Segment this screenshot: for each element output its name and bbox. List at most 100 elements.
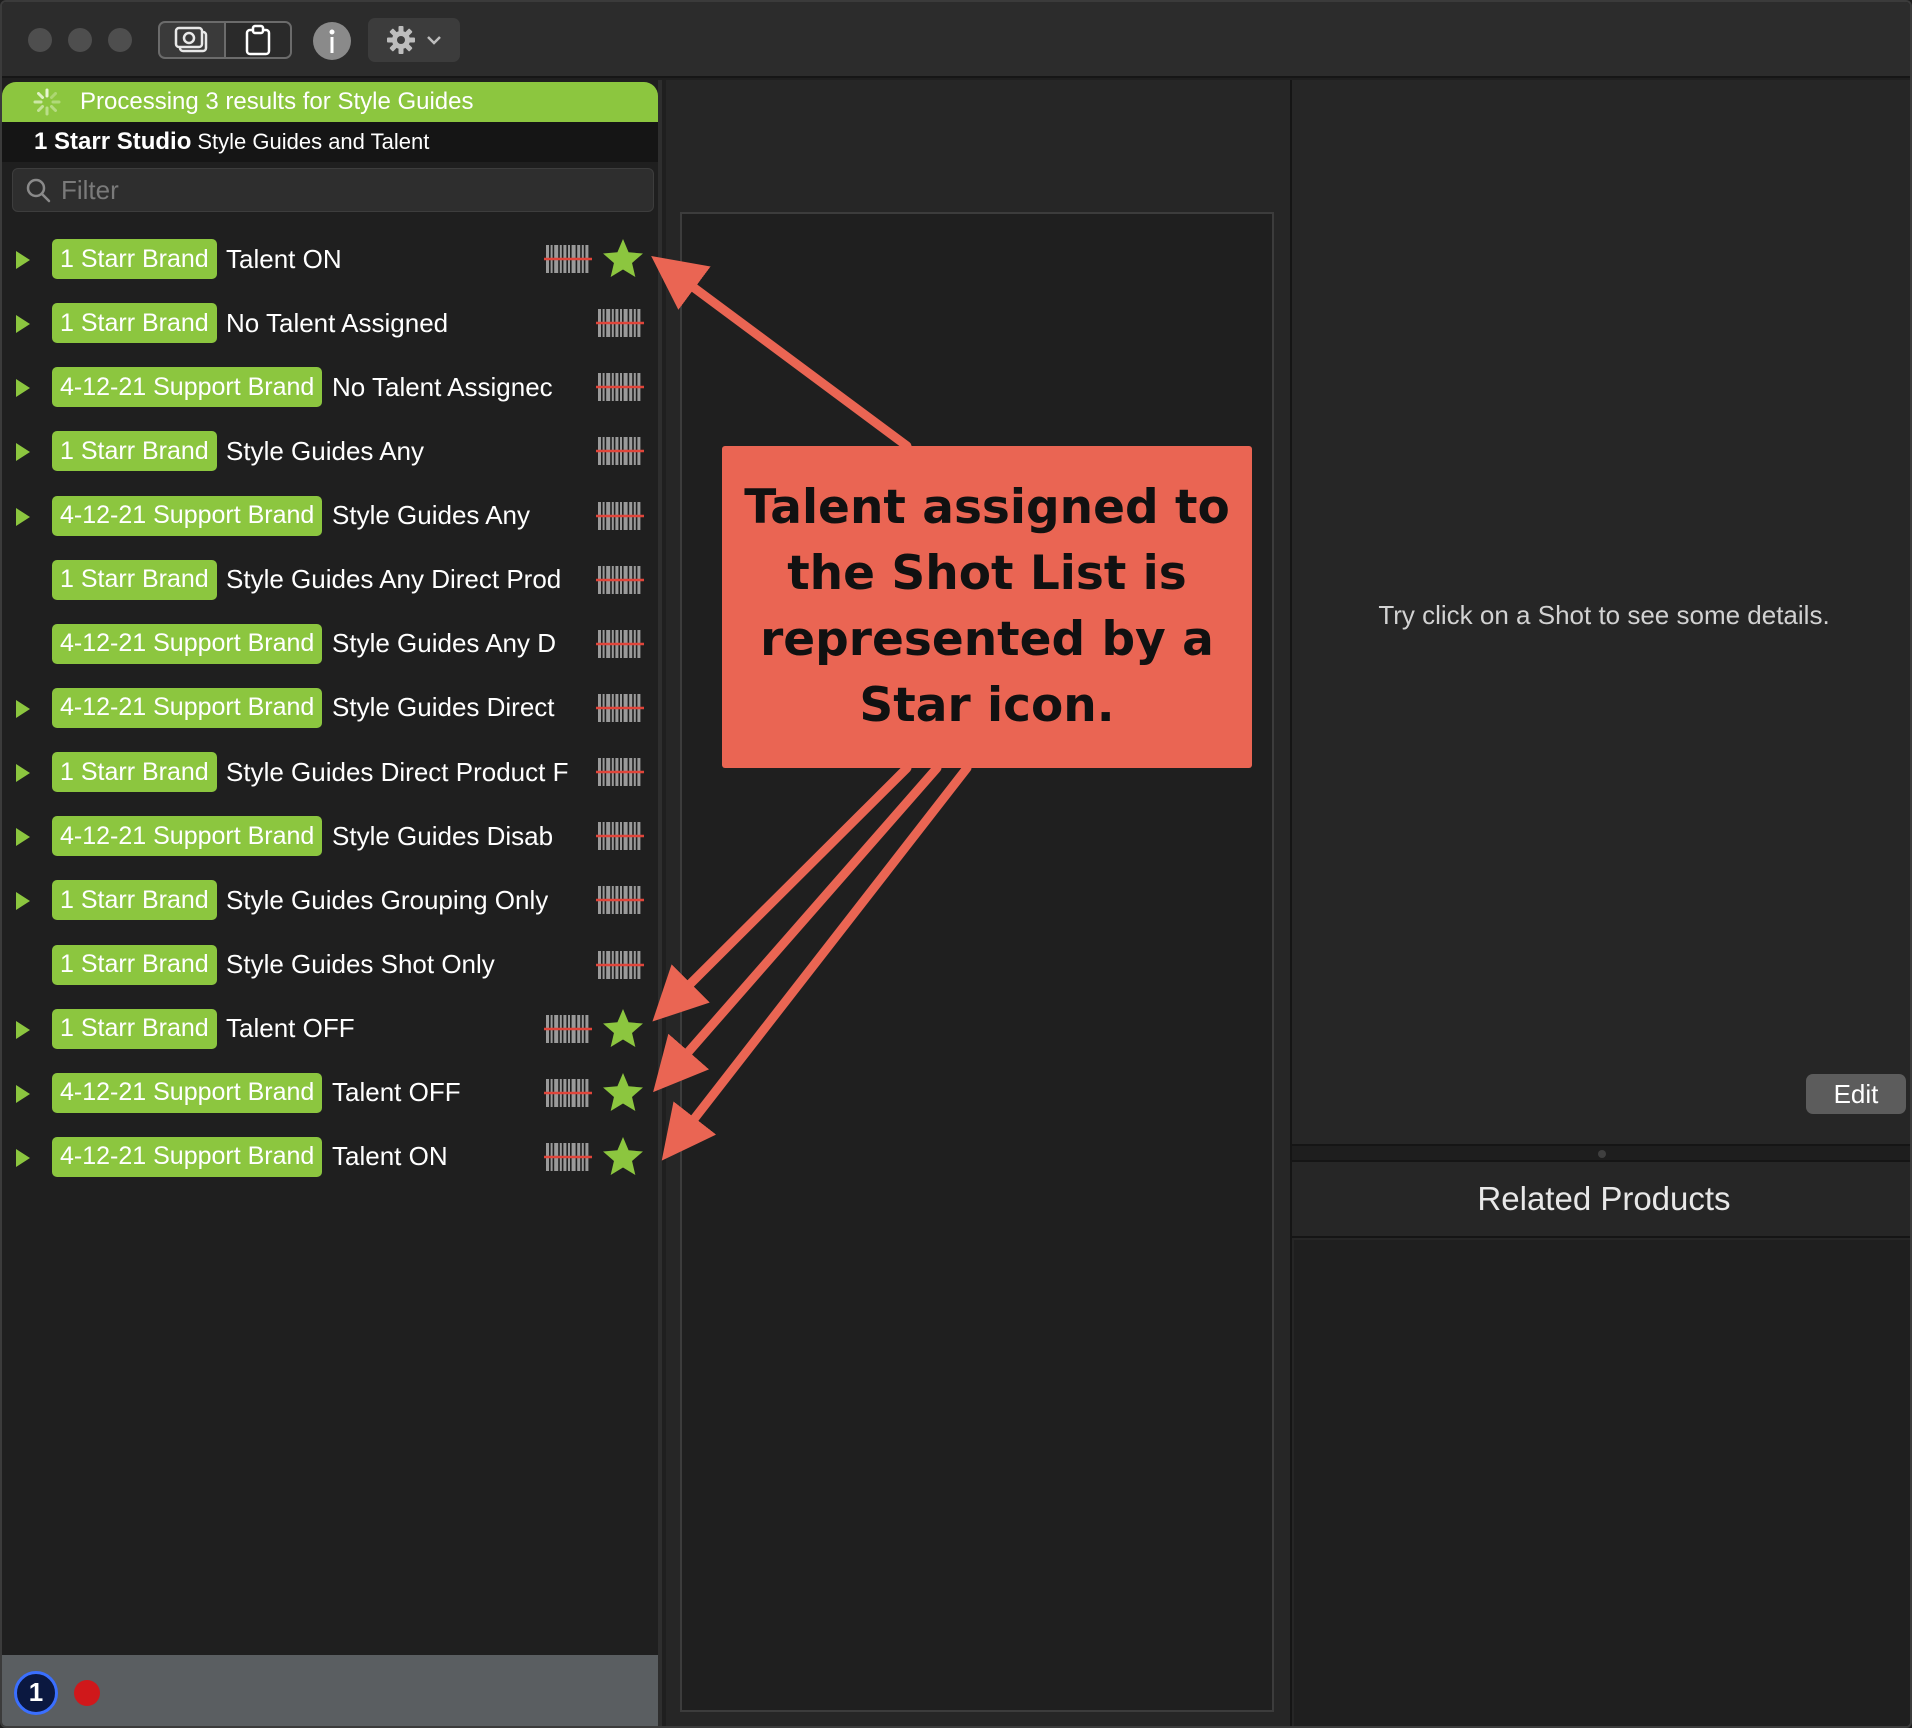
camera-icon [174,26,208,53]
shot-row[interactable]: 1 Starr Brand No Talent Assigned [2,291,658,355]
shot-title: Style Guides Disab [332,820,554,851]
pane-splitter[interactable] [1292,1144,1910,1162]
barcode-icon [596,501,644,531]
disclosure-triangle-icon[interactable] [16,315,30,334]
settings-menu-button[interactable] [368,18,460,62]
details-pane: Try click on a Shot to see some details.… [1290,80,1910,1726]
brand-tag: 4-12-21 Support Brand [52,816,323,857]
shot-title: Style Guides Any [226,435,424,466]
search-icon [26,178,51,203]
filter-input[interactable] [61,174,641,206]
brand-tag: 1 Starr Brand [52,752,217,793]
shot-list: 1 Starr Brand Talent ON 1 Starr Brand No Ta… [2,227,658,1189]
disclosure-triangle-icon[interactable] [16,1084,30,1103]
shot-title: Style Guides Any Direct Prod [226,564,562,595]
disclosure-triangle-icon[interactable] [16,1148,30,1167]
splitter-handle[interactable] [1598,1150,1606,1158]
shot-title: Talent ON [226,243,342,274]
shot-row[interactable]: 4-12-21 Support Brand Style Guides Any D [2,612,658,676]
disclosure-triangle-icon[interactable] [16,507,30,526]
brand-tag: 1 Starr Brand [52,1008,217,1049]
disclosure-triangle-icon[interactable] [16,251,30,269]
shot-title: Style Guides Any [332,500,530,531]
status-footer: 1 [2,1655,658,1726]
shot-row[interactable]: 4-12-21 Support Brand No Talent Assignec [2,355,658,419]
view-mode-segmented-control [158,21,292,59]
talent-star-icon [600,1007,646,1051]
disclosure-triangle-icon[interactable] [16,764,30,783]
shot-row[interactable]: 4-12-21 Support Brand Style Guides Disab [2,804,658,868]
shot-row[interactable]: 1 Starr Brand Style Guides Any Direct Pro… [2,548,658,612]
close-window-button[interactable] [28,28,52,52]
barcode-icon [596,436,644,466]
brand-tag: 4-12-21 Support Brand [52,1072,323,1113]
shot-title: Style Guides Shot Only [226,949,495,980]
barcode-icon [596,372,644,402]
shot-row[interactable]: 1 Starr Brand Talent OFF [2,997,658,1061]
brand-tag: 1 Starr Brand [52,303,217,344]
disclosure-triangle-icon[interactable] [16,699,30,718]
brand-tag: 4-12-21 Support Brand [52,623,323,664]
chevron-down-icon [427,36,441,45]
gear-icon [387,26,415,54]
processing-status-text: Processing 3 results for Style Guides [80,88,474,115]
studio-header: 1 Starr Studio Style Guides and Talent [2,122,658,162]
edit-button[interactable]: Edit [1806,1074,1906,1114]
shot-title: No Talent Assigned [226,307,449,338]
1password-icon[interactable]: 1 [14,1670,58,1715]
shot-row[interactable]: 1 Starr Brand Style Guides Shot Only [2,933,658,997]
barcode-icon [596,693,644,723]
shot-row[interactable]: 1 Starr Brand Style Guides Any [2,419,658,483]
brand-tag: 1 Starr Brand [52,944,217,985]
toolbar [2,2,1910,78]
shot-row[interactable]: 4-12-21 Support Brand Talent OFF [2,1061,658,1125]
brand-tag: 1 Starr Brand [52,239,217,279]
record-icon[interactable] [74,1679,100,1706]
disclosure-triangle-icon[interactable] [16,892,30,911]
brand-tag: 1 Starr Brand [52,880,217,921]
brand-tag: 4-12-21 Support Brand [52,367,323,408]
brand-tag: 1 Starr Brand [52,559,217,600]
disclosure-triangle-icon[interactable] [16,828,30,847]
annotation-callout: Talent assigned to the Shot List is repr… [722,446,1252,768]
brand-tag: 4-12-21 Support Brand [52,1136,323,1177]
barcode-icon [596,629,644,659]
camera-view-button[interactable] [160,23,224,57]
shot-title: Style Guides Any D [332,628,556,659]
info-icon [329,29,335,53]
shot-row[interactable]: 4-12-21 Support Brand Style Guides Any [2,484,658,548]
minimize-window-button[interactable] [68,28,92,52]
brand-tag: 1 Starr Brand [52,431,217,472]
barcode-icon [544,244,592,274]
shot-row[interactable]: 4-12-21 Support Brand Style Guides Direct [2,676,658,740]
shot-title: Style Guides Direct Product F [226,756,569,787]
clipboard-view-button[interactable] [224,23,290,57]
talent-star-icon [600,237,646,281]
shot-title: Talent ON [332,1141,448,1172]
related-products-header: Related Products [1292,1162,1910,1238]
disclosure-triangle-icon[interactable] [16,379,30,398]
zoom-window-button[interactable] [108,28,132,52]
barcode-icon [544,1014,592,1044]
disclosure-triangle-icon[interactable] [16,443,30,462]
studio-subtitle: Style Guides and Talent [197,129,430,154]
shot-row[interactable]: 1 Starr Brand Talent ON [2,227,658,291]
shot-row[interactable]: 4-12-21 Support Brand Talent ON [2,1125,658,1189]
shot-list-pane: Processing 3 results for Style Guides 1 … [2,80,662,1726]
details-hint-text: Try click on a Shot to see some details. [1378,600,1830,630]
clipboard-icon [245,24,271,56]
annotation-text: Talent assigned to the Shot List is repr… [744,480,1230,733]
talent-star-icon [600,1071,646,1115]
shot-title: Style Guides Grouping Only [226,884,549,915]
barcode-icon [596,950,644,980]
disclosure-triangle-icon[interactable] [16,1020,30,1039]
shot-row[interactable]: 1 Starr Brand Style Guides Direct Product… [2,740,658,804]
shot-preview-area [680,212,1274,1712]
processing-status-bar: Processing 3 results for Style Guides [2,82,658,122]
shot-row[interactable]: 1 Starr Brand Style Guides Grouping Only [2,868,658,932]
barcode-icon [596,565,644,595]
filter-field[interactable] [12,168,654,212]
related-products-list [1294,1240,1910,1726]
info-button[interactable] [313,22,351,60]
shot-preview-pane [666,80,1290,1726]
